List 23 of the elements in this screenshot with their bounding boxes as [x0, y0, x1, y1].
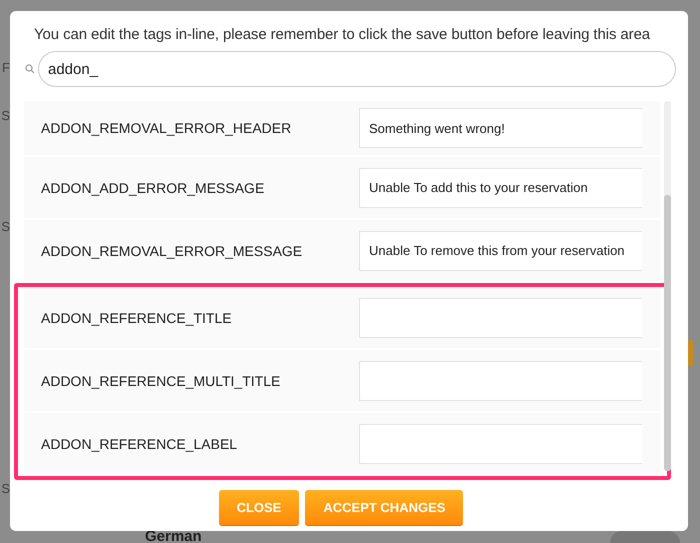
tag-key: ADDON_REFERENCE_LABEL: [41, 436, 238, 452]
tag-key: ADDON_REMOVAL_ERROR_MESSAGE: [41, 242, 302, 258]
scrollbar[interactable]: [664, 101, 671, 471]
language-label: German: [145, 528, 202, 543]
tag-key: ADDON_REFERENCE_TITLE: [41, 310, 232, 326]
side-label: F: [1, 60, 10, 77]
side-label: S: [0, 481, 10, 498]
side-label: S: [0, 108, 10, 125]
search-icon: [25, 64, 35, 74]
scrollbar-thumb[interactable]: [664, 195, 671, 471]
tag-value-field[interactable]: Unable To remove this from your reservation: [359, 230, 642, 270]
tag-value-field[interactable]: [359, 298, 642, 338]
tag-value-field[interactable]: [359, 360, 642, 400]
tag-value-field[interactable]: [359, 424, 642, 464]
side-label: S: [0, 219, 10, 236]
button-edge[interactable]: [688, 340, 693, 366]
tag-key: ADDON_ADD_ERROR_MESSAGE: [41, 180, 264, 196]
tag-key: ADDON_REMOVAL_ERROR_HEADER: [41, 120, 292, 136]
instructions-text: You can edit the tags in-line, please remember to click the save button before leaving this area: [34, 25, 650, 45]
search-field[interactable]: addon_: [38, 51, 676, 87]
tag-key: ADDON_REFERENCE_MULTI_TITLE: [41, 372, 280, 388]
tag-value-field[interactable]: Unable To add this to your reservation: [359, 168, 642, 208]
tag-value-field[interactable]: Something went wrong!: [359, 108, 642, 148]
